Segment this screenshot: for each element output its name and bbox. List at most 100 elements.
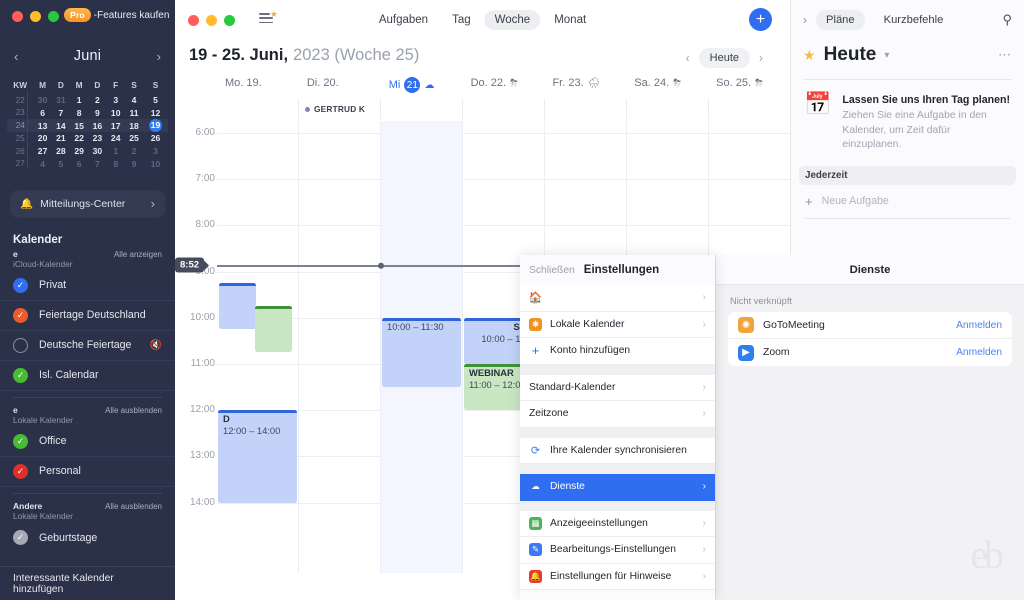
chevron-down-icon[interactable]: ▾ [884,50,889,61]
day-header-1[interactable]: Di. 20. [299,77,381,93]
maximize-window-button[interactable] [48,11,59,22]
mini-cal-day[interactable]: 30 [88,145,106,158]
settings-list[interactable]: 🏠 › ✱ Lokale Kalender › + Konto hinzufügen Stan… [520,285,715,590]
calendar-list-item[interactable]: ✓ Privat [0,271,175,301]
mini-cal-day[interactable]: 4 [125,94,143,107]
mini-calendar-prev-icon[interactable]: ‹ [14,49,18,64]
mini-calendar[interactable]: KW M D M D F S S 22 30 31 1 2 3 4 5 23 6 7 8 9 10 11 12 24 13 14 1… [0,78,175,170]
mini-cal-day[interactable]: 1 [70,94,88,107]
maximize-window-button-main[interactable] [224,14,235,26]
allday-cell-6[interactable] [708,99,790,119]
calendar-list-item[interactable]: ✓ Isl. Calendar [0,361,175,391]
mini-cal-day[interactable]: 10 [143,157,168,170]
mini-cal-day[interactable]: 22 [70,132,88,145]
calendar-event[interactable] [255,306,293,353]
settings-row-account[interactable]: 🏠 › [520,285,715,312]
prev-week-icon[interactable]: ‹ [681,49,695,67]
settings-row-bearbeitungs-einstellungen[interactable]: ✎ Bearbeitungs-Einstellungen › [520,537,715,564]
allday-cell-4[interactable] [544,99,626,119]
mini-cal-day[interactable]: 24 [107,132,125,145]
tab-plaene[interactable]: Pläne [816,10,865,30]
day-header-6[interactable]: So. 25. ⛈ [708,77,790,93]
mini-cal-day[interactable]: 3 [107,94,125,107]
services-card[interactable]: ✺ GoToMeeting Anmelden ▶ Zoom Anmelden [728,312,1012,366]
mini-cal-day[interactable]: 16 [88,119,106,132]
day-header-5[interactable]: Sa. 24. ⛈ [626,77,708,93]
view-tab-tag[interactable]: Tag [442,10,481,30]
add-event-button[interactable]: + [749,8,772,31]
ellipsis-icon[interactable]: ⋯ [998,47,1012,63]
settings-row-konto-hinzuf-gen[interactable]: + Konto hinzufügen [520,338,715,365]
mini-cal-day[interactable]: 9 [125,157,143,170]
day-header-4[interactable]: Fr. 23. 🌧 [544,77,626,93]
allday-cell-5[interactable] [626,99,708,119]
mini-cal-day[interactable]: 5 [52,157,70,170]
tab-kurzbefehle[interactable]: Kurzbefehle [874,10,954,30]
close-window-button-main[interactable] [188,14,199,26]
mini-cal-day[interactable]: 20 [33,132,51,145]
allday-cell-3[interactable] [462,99,544,119]
mini-cal-day[interactable]: 27 [33,145,51,158]
calendar-list-item[interactable]: ✓ Office [0,427,175,457]
day-header-2[interactable]: Mi 21 ☁ [381,77,463,93]
allday-cell-0[interactable] [217,99,298,119]
mini-cal-day[interactable]: 5 [143,94,168,107]
view-tab-aufgaben[interactable]: Aufgaben [369,10,438,30]
notification-center-button[interactable]: 🔔 Mitteilungs-Center › [10,189,165,218]
mini-cal-day[interactable]: 1 [107,145,125,158]
minimize-window-button[interactable] [30,11,41,22]
collapse-panel-icon[interactable]: › [803,13,807,27]
mini-cal-day[interactable]: 7 [52,107,70,120]
day-column-1[interactable] [298,121,380,573]
service-row-zoom[interactable]: ▶ Zoom Anmelden [728,339,1012,366]
day-header-0[interactable]: Mo. 19. [217,77,299,93]
mini-cal-day[interactable]: 11 [125,107,143,120]
calendar-event[interactable]: 10:00 – 11:30 [382,317,461,388]
today-button[interactable]: Heute [698,48,750,68]
account-toggle-all[interactable]: Alle ausblenden [105,502,162,511]
calendar-checkbox[interactable]: ✓ [13,367,28,383]
view-tab-monat[interactable]: Monat [544,10,596,30]
service-signin-link[interactable]: Anmelden [956,320,1002,331]
settings-row-dienste[interactable]: ☁ Dienste › [520,474,715,501]
calendar-event[interactable] [218,283,256,330]
new-task-button[interactable]: + Neue Aufgabe [791,185,1024,209]
mini-cal-day[interactable]: 25 [125,132,143,145]
account-toggle-all[interactable]: Alle ausblenden [105,406,162,415]
calendar-checkbox[interactable]: ✓ [13,277,28,293]
mini-cal-day[interactable]: 13 [33,119,51,132]
calendar-event[interactable]: D 12:00 – 14:00 [218,410,297,503]
allday-event[interactable]: GERTRUD K [305,104,365,114]
settings-row-lokale-kalender[interactable]: ✱ Lokale Kalender › [520,311,715,338]
settings-row-anzeigeeinstellungen[interactable]: ▦ Anzeigeeinstellungen › [520,510,715,537]
service-signin-link[interactable]: Anmelden [956,347,1002,358]
mini-cal-day[interactable]: 30 [33,94,51,107]
mini-cal-week-24[interactable]: 24 13 14 15 16 17 18 19 [7,119,168,133]
add-interesting-calendars-button[interactable]: Interessante Kalender hinzufügen [0,566,175,600]
calendar-list-item[interactable]: ✓ Geburtstage [0,523,175,553]
mini-cal-week-26[interactable]: 26 27 28 29 30 1 2 3 [7,145,168,158]
settings-row-standard-kalender[interactable]: Standard-Kalender › [520,374,715,401]
calendar-list-item[interactable]: ✓ Personal [0,457,175,487]
window-controls-main[interactable] [175,14,235,26]
account-toggle-all[interactable]: Alle anzeigen [114,250,162,259]
mini-cal-day[interactable]: 6 [70,157,88,170]
calendar-checkbox[interactable]: ✓ [13,433,28,449]
mini-cal-day[interactable]: 6 [33,107,51,120]
buy-pro-features-button[interactable]: Pro -Features kaufen [64,8,169,22]
mini-cal-day[interactable]: 4 [33,157,51,170]
mini-cal-day[interactable]: 8 [107,157,125,170]
mini-cal-week-27[interactable]: 27 4 5 6 7 8 9 10 [7,157,168,170]
next-week-icon[interactable]: › [754,49,768,67]
mini-cal-day[interactable]: 2 [125,145,143,158]
calendar-checkbox[interactable]: ✓ [13,530,28,546]
mini-cal-day[interactable]: 23 [88,132,106,145]
settings-row-einstellungen-f-r-hinweise[interactable]: 🔔 Einstellungen für Hinweise › [520,563,715,590]
mini-cal-day[interactable]: 19 [143,119,168,133]
allday-cell-2[interactable] [380,99,462,119]
mini-cal-day[interactable]: 31 [52,94,70,107]
service-row-gotomeeting[interactable]: ✺ GoToMeeting Anmelden [728,312,1012,339]
day-column-2[interactable]: 10:00 – 11:30 [380,121,462,573]
mini-calendar-next-icon[interactable]: › [157,49,161,64]
list-star-icon[interactable]: ★ [259,9,278,27]
